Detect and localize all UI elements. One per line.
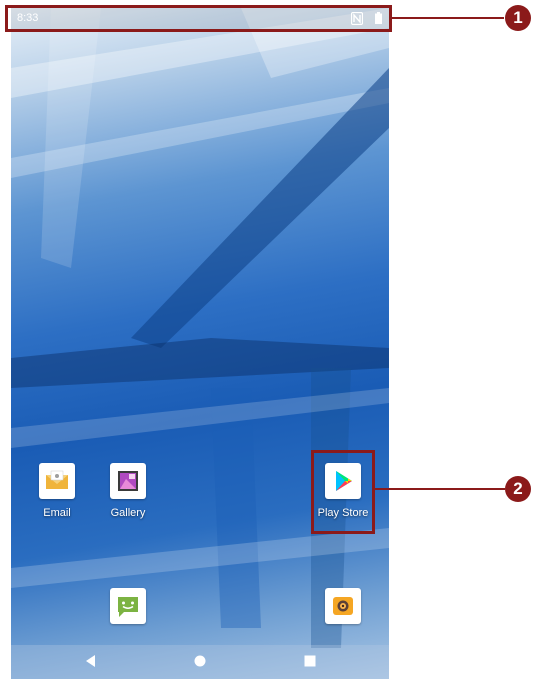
camera-icon[interactable]	[325, 588, 361, 624]
callout-1-badge: 1	[505, 5, 531, 31]
recents-icon[interactable]	[303, 654, 317, 668]
gallery-icon[interactable]	[110, 463, 146, 499]
navigation-bar	[11, 645, 389, 679]
app-gallery[interactable]: Gallery	[93, 463, 163, 519]
callout-1-line	[392, 17, 504, 19]
back-icon[interactable]	[84, 654, 98, 668]
status-bar-highlight	[5, 5, 392, 32]
email-icon[interactable]	[39, 463, 75, 499]
app-label-email: Email	[43, 507, 71, 519]
callout-2-line	[375, 488, 505, 490]
app-email[interactable]: Email	[22, 463, 92, 519]
messaging-icon[interactable]	[110, 588, 146, 624]
play-store-highlight	[311, 450, 375, 534]
wallpaper	[11, 8, 389, 648]
dock-app-camera[interactable]	[308, 588, 378, 624]
home-icon[interactable]	[193, 654, 207, 668]
dock-app-messaging[interactable]	[93, 588, 163, 624]
app-label-gallery: Gallery	[110, 507, 146, 519]
callout-2-badge: 2	[505, 476, 531, 502]
phone-screen: 8:33 Email Gallery Play Store	[11, 8, 389, 679]
